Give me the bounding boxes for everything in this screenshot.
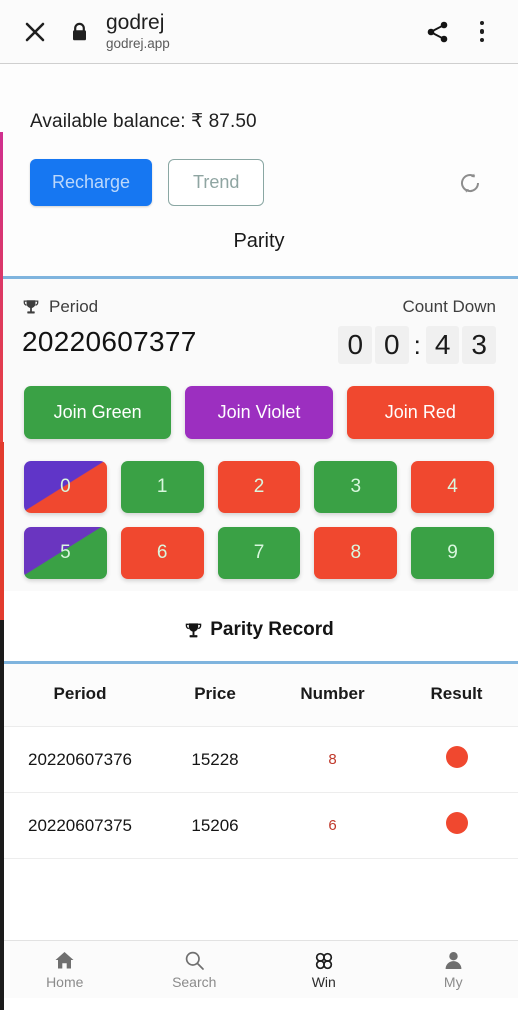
- trophy-icon: [184, 621, 203, 640]
- countdown-digits: 0 0 : 4 3: [338, 326, 496, 364]
- lock-icon: [64, 15, 94, 49]
- person-icon: [443, 950, 464, 972]
- page-url: godrej.app: [106, 35, 418, 52]
- nav-item-win[interactable]: Win: [259, 950, 389, 990]
- cell-result: [395, 746, 518, 773]
- number-tile-3[interactable]: 3: [314, 461, 397, 513]
- balance-card: Available balance: ₹ 87.50 Recharge Tren…: [0, 64, 518, 276]
- countdown-digit-sec-ones: 3: [462, 326, 496, 364]
- nav-item-home[interactable]: Home: [0, 950, 130, 990]
- number-tile-label: 8: [351, 542, 362, 564]
- result-dot-red: [446, 746, 468, 768]
- cell-price: 15206: [160, 816, 270, 836]
- cell-price: 15228: [160, 750, 270, 770]
- number-tile-7[interactable]: 7: [218, 527, 301, 579]
- available-balance-label: Available balance: ₹ 87.50: [30, 110, 518, 133]
- parity-record-header: Parity Record: [0, 591, 518, 661]
- number-tile-5[interactable]: 5: [24, 527, 107, 579]
- number-tile-8[interactable]: 8: [314, 527, 397, 579]
- home-icon: [54, 950, 75, 972]
- nav-item-my[interactable]: My: [389, 950, 518, 990]
- win-icon: [313, 950, 335, 972]
- parity-record-title: Parity Record: [210, 619, 334, 641]
- number-tile-label: 1: [157, 476, 168, 498]
- countdown-digit-min-ones: 0: [375, 326, 409, 364]
- number-tile-label: 6: [157, 542, 168, 564]
- cell-period: 20220607375: [0, 816, 160, 836]
- share-icon[interactable]: [418, 12, 458, 52]
- screen-edge-artifact-top: [0, 132, 3, 442]
- screen-edge-artifact-mid: [0, 442, 4, 622]
- nav-label-search: Search: [172, 974, 216, 990]
- browser-header: godrej godrej.app: [0, 0, 518, 64]
- tab-parity-label: Parity: [233, 230, 284, 253]
- trend-button[interactable]: Trend: [168, 159, 264, 206]
- join-green-button[interactable]: Join Green: [24, 386, 171, 439]
- number-tile-label: 5: [60, 542, 71, 564]
- column-header-period: Period: [0, 684, 160, 704]
- cell-result: [395, 812, 518, 839]
- number-tile-0[interactable]: 0: [24, 461, 107, 513]
- number-tile-label: 9: [447, 542, 458, 564]
- browser-title-block: godrej godrej.app: [106, 11, 418, 52]
- search-icon: [184, 950, 205, 972]
- cell-number: 6: [270, 817, 395, 834]
- page-body: Available balance: ₹ 87.50 Recharge Tren…: [0, 64, 518, 998]
- countdown-digit-min-tens: 0: [338, 326, 372, 364]
- period-countdown-row: Period 20220607377 Count Down 0 0 : 4 3: [0, 279, 518, 364]
- number-tile-label: 3: [351, 476, 362, 498]
- join-red-button[interactable]: Join Red: [347, 386, 494, 439]
- join-buttons-row: Join Green Join Violet Join Red: [0, 364, 518, 439]
- number-tile-6[interactable]: 6: [121, 527, 204, 579]
- number-tile-4[interactable]: 4: [411, 461, 494, 513]
- number-tile-label: 4: [447, 476, 458, 498]
- countdown-separator: :: [412, 330, 423, 361]
- page-title: godrej: [106, 11, 418, 35]
- screen-edge-artifact-bottom: [0, 620, 4, 1010]
- number-tile-2[interactable]: 2: [218, 461, 301, 513]
- nav-label-my: My: [444, 974, 463, 990]
- number-tile-9[interactable]: 9: [411, 527, 494, 579]
- number-tile-label: 7: [254, 542, 265, 564]
- column-header-number: Number: [270, 684, 395, 704]
- parity-record-table: Period Price Number Result 20220607376 1…: [0, 664, 518, 859]
- recharge-button[interactable]: Recharge: [30, 159, 152, 206]
- join-violet-button[interactable]: Join Violet: [185, 386, 332, 439]
- nav-label-home: Home: [46, 974, 83, 990]
- game-panel: Period 20220607377 Count Down 0 0 : 4 3 …: [0, 279, 518, 591]
- cell-period: 20220607376: [0, 750, 160, 770]
- column-header-price: Price: [160, 684, 270, 704]
- trophy-icon: [22, 298, 40, 316]
- nav-item-search[interactable]: Search: [130, 950, 260, 990]
- result-dot-red: [446, 812, 468, 834]
- cell-number: 8: [270, 751, 395, 768]
- tab-parity[interactable]: Parity: [0, 206, 518, 276]
- column-header-result: Result: [395, 684, 518, 704]
- number-grid: 0 1 2 3 4 5 6 7 8 9: [0, 439, 518, 579]
- bottom-navigation: Home Search Win My: [0, 940, 518, 998]
- period-label: Period: [49, 297, 98, 317]
- number-tile-1[interactable]: 1: [121, 461, 204, 513]
- table-row: 20220607375 15206 6: [0, 793, 518, 859]
- number-tile-label: 0: [60, 476, 71, 498]
- countdown-label: Count Down: [338, 297, 496, 317]
- period-value: 20220607377: [22, 326, 338, 358]
- number-tile-label: 2: [254, 476, 265, 498]
- countdown-digit-sec-tens: 4: [426, 326, 460, 364]
- close-icon[interactable]: [18, 15, 52, 49]
- overflow-menu-icon[interactable]: [464, 12, 500, 52]
- nav-label-win: Win: [312, 974, 336, 990]
- table-header-row: Period Price Number Result: [0, 664, 518, 727]
- refresh-icon[interactable]: [448, 161, 492, 205]
- table-row: 20220607376 15228 8: [0, 727, 518, 793]
